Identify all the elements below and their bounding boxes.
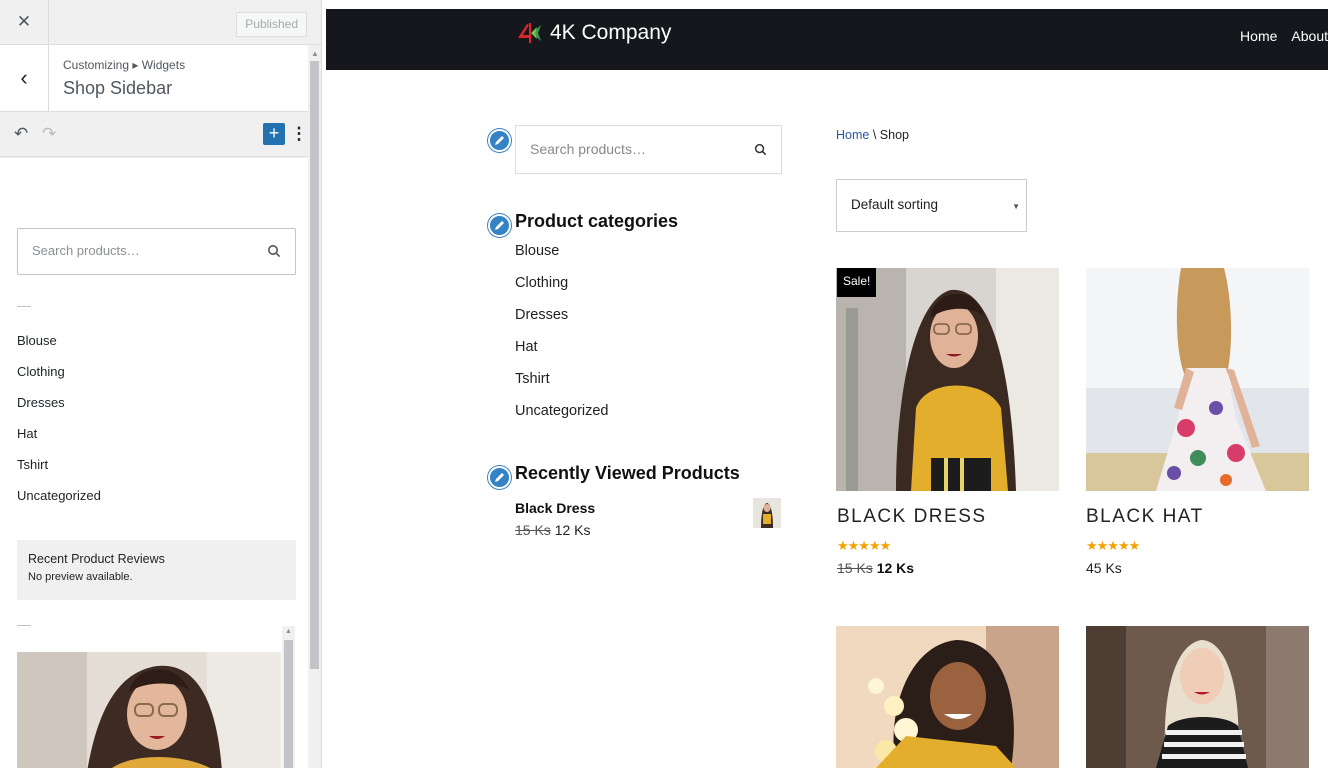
- redo-icon[interactable]: ↷: [42, 124, 70, 144]
- published-button[interactable]: Published: [236, 12, 307, 37]
- product-image-block[interactable]: [17, 652, 281, 768]
- nav-home[interactable]: Home: [1240, 28, 1277, 44]
- category-link[interactable]: Dresses: [515, 307, 609, 339]
- category-link[interactable]: Uncategorized: [515, 403, 609, 435]
- list-item: Dresses: [17, 395, 65, 410]
- list-item: Tshirt: [17, 457, 49, 472]
- list-item: Uncategorized: [17, 488, 101, 503]
- widget-editor: Search products… Blouse Clothing Dresses…: [0, 158, 308, 768]
- sorting-value: Default sorting: [851, 197, 939, 212]
- product-image-black-hat[interactable]: [1086, 268, 1309, 491]
- section-heading: Customizing ▸ Widgets Shop Sidebar: [49, 45, 185, 111]
- block-scrollbar[interactable]: ▲: [282, 626, 295, 768]
- recently-viewed-title: Recently Viewed Products: [515, 463, 740, 483]
- product-title[interactable]: BLACK DRESS: [837, 506, 987, 528]
- list-item: Clothing: [17, 364, 65, 379]
- product-categories-list: Blouse Clothing Dresses Hat Tshirt Uncat…: [515, 243, 609, 435]
- product-search-input[interactable]: Search products…: [515, 125, 782, 174]
- breadcrumb-home[interactable]: Home: [836, 128, 869, 142]
- search-icon: [267, 244, 281, 263]
- scrollbar-thumb[interactable]: [310, 61, 319, 669]
- sale-price: 12 Ks: [554, 522, 591, 538]
- star-rating: ★★★★★: [1086, 538, 1140, 553]
- breadcrumb: Home \ Shop: [836, 128, 909, 142]
- product-price: 15 Ks 12 Ks: [837, 560, 914, 576]
- list-item: Hat: [17, 426, 38, 441]
- recent-product-price: 15 Ks 12 Ks: [515, 522, 591, 538]
- scroll-up-icon[interactable]: ▲: [311, 49, 319, 58]
- section-title: Shop Sidebar: [63, 78, 173, 98]
- chevron-down-icon: ▼: [1012, 202, 1020, 211]
- customizer-panel: ✕ Published ‹ Customizing ▸ Widgets Shop…: [0, 0, 322, 768]
- widget-search-block[interactable]: Search products…: [17, 228, 296, 275]
- old-price: 15 Ks: [515, 522, 551, 538]
- category-link[interactable]: Blouse: [515, 243, 609, 275]
- main-nav: Home About: [1240, 28, 1328, 44]
- site-preview: 4K Company Home About Search products… P…: [322, 0, 1328, 768]
- edit-pencil-icon[interactable]: [488, 129, 511, 152]
- categories-block[interactable]: Blouse Clothing Dresses Hat Tshirt Uncat…: [17, 333, 101, 519]
- reviews-title: Recent Product Reviews: [28, 552, 165, 566]
- product-image-black-dress[interactable]: [836, 268, 1059, 491]
- site-title: 4K Company: [550, 21, 672, 44]
- search-placeholder: Search products…: [530, 141, 646, 157]
- category-link[interactable]: Clothing: [515, 275, 609, 307]
- old-price: 15 Ks: [837, 560, 873, 576]
- site-logo[interactable]: 4K Company: [516, 21, 671, 45]
- edit-pencil-icon[interactable]: [488, 466, 511, 489]
- scrollbar-thumb[interactable]: [284, 640, 293, 768]
- list-item: Blouse: [17, 333, 57, 348]
- site-header: 4K Company Home About: [326, 9, 1328, 70]
- customizer-header: ✕ Published: [0, 0, 321, 45]
- product-price: 45 Ks: [1086, 560, 1122, 576]
- recent-product-thumbnail[interactable]: [753, 498, 781, 528]
- star-rating: ★★★★★: [837, 538, 891, 553]
- nav-about[interactable]: About: [1291, 28, 1328, 44]
- categories-title: Product categories: [515, 211, 679, 231]
- search-placeholder: Search products…: [32, 243, 140, 258]
- product-image[interactable]: [1086, 626, 1309, 768]
- block-separator: [17, 625, 31, 626]
- sale-badge: Sale!: [837, 268, 877, 297]
- add-block-button[interactable]: +: [263, 123, 285, 145]
- block-separator: [17, 306, 31, 307]
- category-link[interactable]: Tshirt: [515, 371, 609, 403]
- close-icon[interactable]: ✕: [0, 0, 49, 44]
- search-icon[interactable]: [754, 143, 767, 161]
- product-image[interactable]: [836, 626, 1059, 768]
- scroll-up-icon[interactable]: ▲: [285, 628, 292, 635]
- breadcrumb-separator: \: [872, 128, 877, 142]
- reviews-note: No preview available.: [28, 571, 133, 583]
- panel-scrollbar[interactable]: ▲: [308, 45, 321, 768]
- recent-product-name[interactable]: Black Dress: [515, 500, 595, 516]
- edit-pencil-icon[interactable]: [488, 214, 511, 237]
- back-icon[interactable]: ‹: [0, 45, 49, 111]
- logo-icon: [518, 23, 541, 43]
- sorting-select[interactable]: Default sorting ▼: [836, 179, 1027, 232]
- widget-toolbar: ↶ ↷ + ⋮: [0, 112, 321, 157]
- section-header: ‹ Customizing ▸ Widgets Shop Sidebar: [0, 45, 321, 112]
- product-title[interactable]: BLACK HAT: [1086, 506, 1204, 528]
- undo-icon[interactable]: ↶: [14, 124, 42, 144]
- sale-price: 12 Ks: [876, 560, 915, 576]
- recent-reviews-block[interactable]: Recent Product Reviews No preview availa…: [17, 540, 296, 600]
- breadcrumb-current: Shop: [879, 128, 909, 142]
- customizer-breadcrumb: Customizing ▸ Widgets: [63, 58, 186, 72]
- category-link[interactable]: Hat: [515, 339, 609, 371]
